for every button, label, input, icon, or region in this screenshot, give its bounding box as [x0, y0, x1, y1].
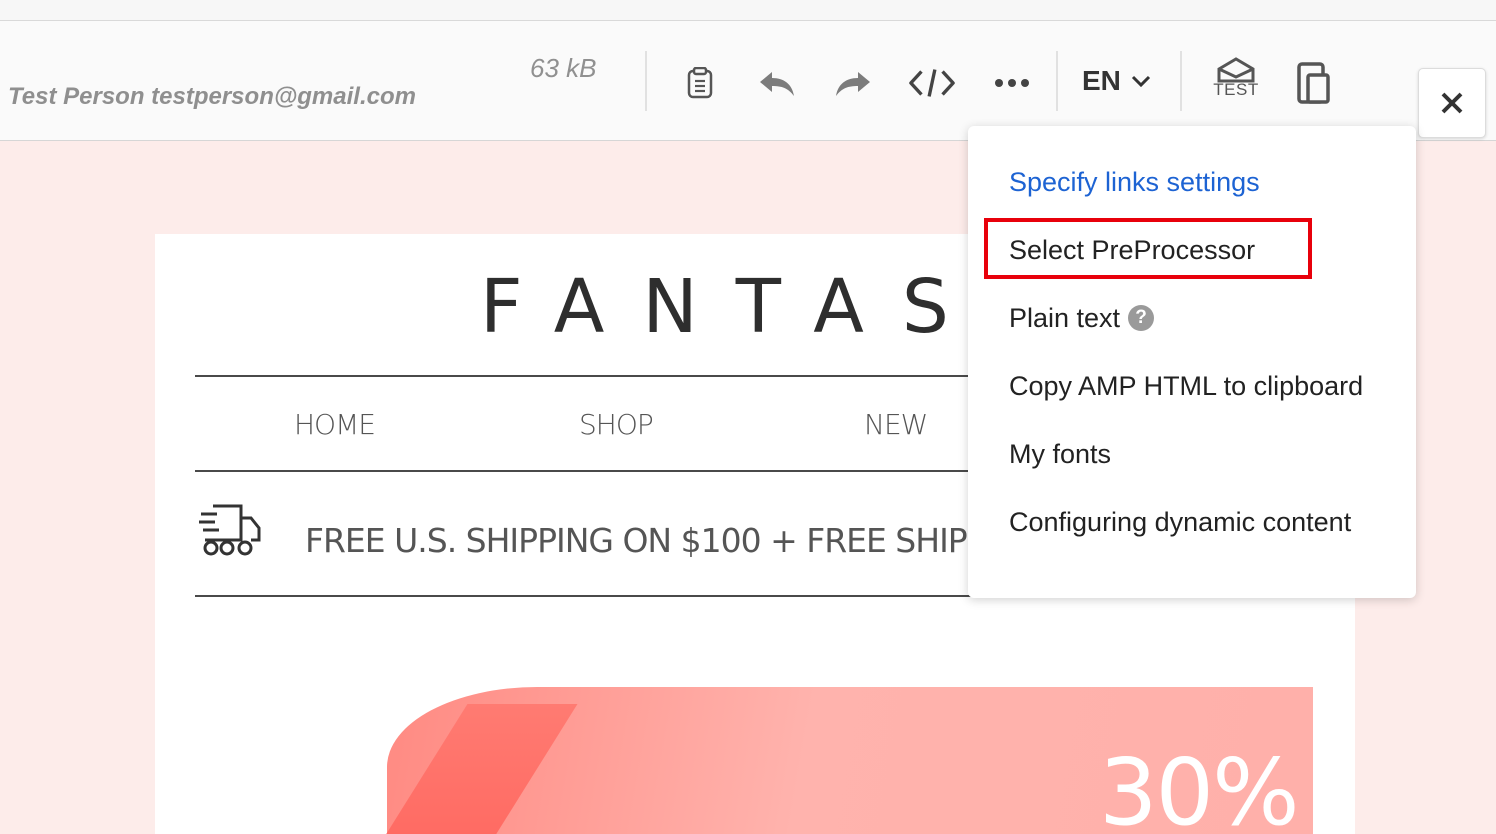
delivery-truck-icon: [199, 504, 261, 556]
clipboard-icon: [687, 67, 713, 99]
nav-home[interactable]: HOME: [294, 408, 376, 441]
test-email-button[interactable]: TEST: [1208, 57, 1264, 109]
chevron-down-icon: [1131, 75, 1150, 87]
redo-button[interactable]: [830, 59, 878, 107]
undo-button[interactable]: [752, 59, 800, 107]
email-size: 63 kB: [530, 53, 597, 83]
close-icon: [1441, 92, 1463, 114]
close-button[interactable]: [1418, 68, 1486, 138]
menu-item-select-preprocessor[interactable]: Select PreProcessor: [1009, 235, 1255, 266]
test-label: TEST: [1213, 80, 1259, 99]
menu-item-label: Plain text: [1009, 303, 1121, 333]
device-icon: [1297, 62, 1330, 104]
nav-new[interactable]: NEW: [864, 408, 928, 441]
mobile-preview-button[interactable]: [1290, 59, 1338, 107]
shipping-banner: FREE U.S. SHIPPING ON $100 + FREE SHIPPI…: [305, 521, 1078, 560]
code-view-button[interactable]: [908, 59, 956, 107]
toolbar-separator: [645, 51, 647, 111]
language-label: EN: [1082, 65, 1121, 96]
undo-icon: [760, 72, 794, 96]
menu-item-copy-amp-html[interactable]: Copy AMP HTML to clipboard: [1009, 371, 1363, 402]
language-selector[interactable]: EN: [1082, 65, 1151, 97]
more-options-button[interactable]: [988, 59, 1036, 107]
menu-item-my-fonts[interactable]: My fonts: [1009, 439, 1111, 470]
discount-text: 30%: [1099, 739, 1299, 834]
menu-item-links-settings[interactable]: Specify links settings: [1009, 167, 1260, 198]
menu-item-plain-text[interactable]: Plain text?: [1009, 303, 1155, 334]
clipboard-button[interactable]: [676, 59, 724, 107]
more-options-menu: Specify links settings Select PreProcess…: [968, 126, 1416, 598]
code-icon: [909, 69, 955, 97]
toolbar-separator: [1180, 51, 1182, 111]
sender-info: Test Person testperson@gmail.com: [8, 83, 416, 110]
help-icon[interactable]: ?: [1128, 304, 1155, 331]
redo-icon: [836, 72, 870, 96]
top-strip: [0, 0, 1496, 21]
editor-toolbar: Test Person testperson@gmail.com 63 kB E…: [0, 21, 1496, 141]
nav-shop[interactable]: SHOP: [579, 408, 654, 441]
menu-item-dynamic-content[interactable]: Configuring dynamic content: [1009, 507, 1351, 538]
toolbar-separator: [1056, 51, 1058, 111]
more-dots-icon: [995, 79, 1029, 87]
